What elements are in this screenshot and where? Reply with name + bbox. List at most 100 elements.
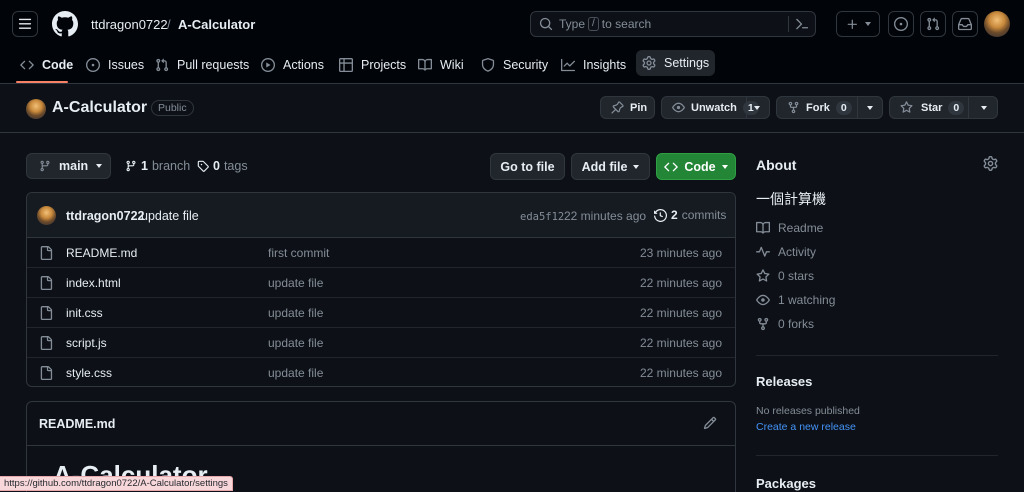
book-icon: [756, 221, 770, 234]
commit-message[interactable]: update file: [141, 209, 199, 223]
sidebar-item-watching[interactable]: 1 watching: [756, 293, 835, 307]
search-shortcut-key: /: [588, 17, 599, 31]
repo-header: A-Calculator Public Pin Unwatch 1 Fork 0…: [0, 85, 1024, 133]
search-suffix: to search: [601, 17, 652, 31]
chevron-down-icon: [633, 164, 640, 169]
go-to-file-button[interactable]: Go to file: [490, 153, 565, 180]
chevron-down-icon[interactable]: [754, 106, 760, 110]
readme-header: README.md: [27, 402, 735, 446]
file-name[interactable]: style.css: [66, 366, 112, 380]
commit-author[interactable]: ttdragon0722: [66, 209, 145, 223]
inbox-button[interactable]: [952, 11, 978, 37]
file-commit-time: 22 minutes ago: [639, 366, 722, 380]
tab-pull-requests[interactable]: Pull requests: [149, 50, 255, 80]
branch-count: 1: [141, 159, 148, 173]
branches-link[interactable]: 1 branch: [125, 159, 190, 173]
sidebar-item-forks[interactable]: 0 forks: [756, 317, 814, 331]
star-divider: [968, 97, 969, 118]
fork-label: Fork: [806, 101, 830, 114]
fork-divider: [857, 97, 858, 118]
tab-issues-label: Issues: [108, 58, 145, 72]
releases-title[interactable]: Releases: [756, 374, 812, 389]
chevron-down-icon: [96, 164, 103, 168]
search-prefix: Type: [559, 17, 586, 31]
chevron-down-icon[interactable]: [867, 106, 873, 110]
tab-settings-label: Settings: [664, 56, 710, 70]
file-commit-message[interactable]: update file: [268, 276, 323, 290]
branch-selector[interactable]: main: [26, 153, 111, 179]
menu-button[interactable]: [12, 11, 38, 37]
file-icon: [39, 246, 53, 260]
branch-count-label: branch: [151, 159, 191, 173]
search-input[interactable]: Type / to search: [530, 11, 816, 37]
file-row[interactable]: script.js update file 22 minutes ago: [27, 328, 735, 358]
tab-projects[interactable]: Projects: [333, 50, 412, 80]
packages-title[interactable]: Packages: [756, 476, 816, 491]
file-commit-time: 22 minutes ago: [639, 306, 722, 320]
fork-count: 0: [835, 100, 852, 115]
create-new-button[interactable]: [836, 11, 880, 37]
branch-icon: [126, 160, 136, 172]
watch-button[interactable]: Unwatch 1: [661, 96, 770, 119]
file-commit-message[interactable]: first commit: [268, 246, 329, 260]
plus-icon: [847, 19, 857, 29]
command-palette-icon[interactable]: [795, 17, 809, 31]
file-row[interactable]: init.css update file 22 minutes ago: [27, 298, 735, 328]
file-name[interactable]: README.md: [66, 246, 137, 260]
commit-history-link[interactable]: 2 commits: [654, 208, 726, 222]
fork-button[interactable]: Fork 0: [776, 96, 883, 119]
sidebar-item-activity[interactable]: Activity: [756, 245, 816, 259]
tab-wiki[interactable]: Wiki: [412, 50, 470, 80]
shield-icon: [481, 58, 495, 72]
breadcrumb-owner[interactable]: ttdragon0722: [91, 17, 168, 32]
user-avatar[interactable]: [984, 11, 1010, 37]
tab-code[interactable]: Code: [14, 50, 79, 80]
commit-sha[interactable]: eda5f12: [520, 211, 564, 223]
tab-actions-label: Actions: [283, 58, 324, 72]
commit-author-avatar[interactable]: [37, 206, 56, 225]
pin-button[interactable]: Pin: [600, 96, 655, 119]
branch-icon: [40, 160, 50, 172]
sidebar-item-readme[interactable]: Readme: [756, 221, 823, 235]
add-file-button[interactable]: Add file: [571, 153, 650, 180]
file-row[interactable]: index.html update file 22 minutes ago: [27, 268, 735, 298]
sidebar-item-stars[interactable]: 0 stars: [756, 269, 814, 283]
pull-requests-button[interactable]: [920, 11, 946, 37]
tags-link[interactable]: 0 tags: [197, 159, 248, 173]
create-release-link[interactable]: Create a new release: [756, 421, 856, 433]
pencil-icon[interactable]: [703, 416, 717, 430]
chevron-down-icon[interactable]: [981, 106, 987, 110]
file-icon: [39, 366, 53, 380]
github-logo-icon[interactable]: [52, 11, 78, 37]
sidebar-divider: [756, 355, 998, 356]
star-button[interactable]: Star 0: [889, 96, 998, 119]
file-name[interactable]: init.css: [66, 306, 103, 320]
readme-filename[interactable]: README.md: [39, 417, 115, 431]
issues-button[interactable]: [888, 11, 914, 37]
file-row[interactable]: README.md first commit 23 minutes ago: [27, 238, 735, 268]
gear-icon[interactable]: [983, 156, 998, 171]
star-label: Star: [921, 101, 943, 114]
chevron-down-icon: [721, 164, 728, 169]
file-commit-message[interactable]: update file: [268, 306, 323, 320]
pulse-icon: [756, 246, 770, 257]
repo-title[interactable]: A-Calculator: [52, 99, 147, 117]
tab-code-label: Code: [42, 58, 74, 72]
breadcrumb-repo[interactable]: A-Calculator: [178, 17, 255, 32]
commit-time: 22 minutes ago: [564, 209, 647, 223]
tab-insights[interactable]: Insights: [555, 50, 632, 80]
file-commit-message[interactable]: update file: [268, 366, 323, 380]
tab-security[interactable]: Security: [475, 50, 554, 80]
hamburger-icon: [18, 18, 32, 29]
owner-avatar[interactable]: [26, 99, 46, 119]
tab-actions[interactable]: Actions: [255, 50, 330, 80]
eye-icon: [756, 294, 770, 306]
file-name[interactable]: script.js: [66, 336, 107, 350]
tab-settings[interactable]: Settings: [636, 50, 716, 76]
file-commit-message[interactable]: update file: [268, 336, 323, 350]
code-button[interactable]: Code: [656, 153, 736, 180]
tab-issues[interactable]: Issues: [80, 50, 150, 80]
file-name[interactable]: index.html: [66, 276, 121, 290]
no-releases-text: No releases published: [756, 405, 860, 417]
file-row[interactable]: style.css update file 22 minutes ago: [27, 358, 735, 386]
